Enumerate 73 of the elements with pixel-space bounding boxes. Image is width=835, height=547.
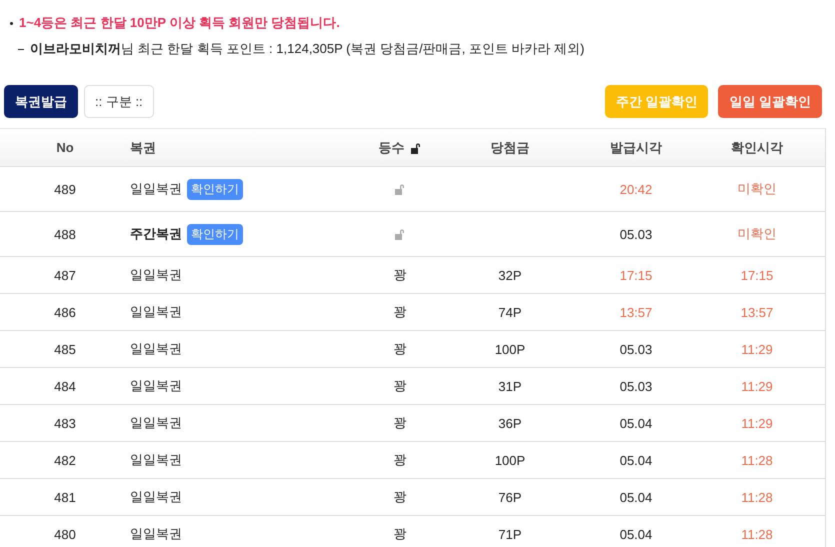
table-cell: 11:28	[741, 452, 773, 468]
column-header: 등수	[378, 138, 404, 156]
table-cell: 489	[54, 182, 76, 196]
table-cell: 32P	[498, 268, 522, 282]
table-cell: 487	[54, 268, 76, 282]
daily-confirm-all-button[interactable]: 일일 일괄확인	[718, 85, 822, 118]
table-cell: 주간복권	[130, 225, 182, 243]
weekly-confirm-all-button[interactable]: 주간 일괄확인	[604, 85, 708, 118]
column-header: 발급시각	[610, 138, 662, 156]
table-cell: 일일복권	[130, 266, 182, 284]
table-cell: 100P	[494, 452, 526, 468]
table-cell: 31P	[498, 378, 522, 394]
table-cell: 꽝	[394, 488, 406, 506]
check-button[interactable]: 확인하기	[187, 224, 243, 244]
category-filter[interactable]: :: 구분 ::	[84, 85, 154, 118]
dash-icon	[18, 48, 24, 50]
column-header: 당첨금	[490, 138, 530, 156]
issue-lottery-button[interactable]: 복권발급	[4, 85, 78, 118]
table-cell: 미확인	[738, 225, 776, 243]
table-cell: 꽝	[394, 525, 406, 543]
table-cell: 483	[54, 416, 76, 430]
table-cell: 11:29	[741, 378, 773, 394]
table-cell: 11:29	[741, 416, 773, 430]
table-cell: 17:15	[620, 268, 652, 282]
table-cell: 05.03	[620, 378, 652, 394]
table-cell: 일일복권	[130, 377, 182, 395]
table-cell: 일일복권	[130, 303, 182, 321]
table-cell: 488	[54, 226, 76, 242]
table-cell: 05.04	[620, 490, 652, 504]
unlock-icon	[410, 142, 422, 154]
column-header: No	[56, 140, 74, 155]
column-header: 확인시각	[731, 138, 783, 156]
table-cell: 100P	[494, 342, 526, 356]
table-cell: 17:15	[740, 268, 774, 282]
notice-text: 이브라모비치꺼님 최근 한달 획득 포인트 : 1,124,305P (복권 당첨금/판매금, 포인트 바카라 제외)	[30, 40, 584, 58]
bullet-icon	[10, 22, 13, 24]
table-cell: 꽝	[394, 266, 406, 284]
table-cell: 71P	[498, 526, 522, 542]
table-cell: 일일복권	[130, 414, 182, 432]
table-cell: 13:57	[620, 304, 652, 320]
table-cell: 485	[54, 342, 76, 356]
table-cell: 11:28	[741, 526, 773, 542]
table-cell: 꽝	[394, 451, 406, 469]
table-cell: 484	[54, 378, 76, 394]
table-cell: 05.04	[620, 452, 652, 468]
table-cell: 일일복권	[130, 340, 182, 358]
table-cell: 일일복권	[130, 451, 182, 469]
column-header: 복권	[130, 138, 156, 156]
table-cell: 05.04	[620, 526, 652, 542]
table-cell: 481	[54, 490, 76, 504]
table-cell: 13:57	[740, 304, 774, 320]
table-cell: 11:29	[741, 342, 773, 356]
notice-text: 1~4등은 최근 한달 10만P 이상 획득 회원만 당첨됩니다.	[19, 14, 340, 32]
table-cell: 일일복권	[130, 488, 182, 506]
table-cell: 꽝	[394, 414, 406, 432]
table-cell: 미확인	[738, 180, 776, 198]
table-cell: 05.03	[620, 226, 652, 242]
table-cell: 꽝	[394, 377, 406, 395]
table-cell: 486	[54, 304, 76, 320]
table-cell: 일일복권	[130, 180, 182, 198]
table-cell: 74P	[498, 304, 522, 320]
table-cell: 76P	[498, 490, 522, 504]
table-cell: 20:42	[620, 182, 652, 196]
table-cell: 11:28	[741, 490, 773, 504]
table-cell: 480	[54, 526, 76, 542]
check-button[interactable]: 확인하기	[187, 178, 243, 200]
table-cell: 일일복권	[130, 525, 182, 543]
table-cell: 05.04	[620, 416, 652, 430]
table-cell: 482	[54, 452, 76, 468]
table-cell: 꽝	[394, 340, 406, 358]
table-cell: 05.03	[620, 342, 652, 356]
table-cell: 꽝	[394, 303, 406, 321]
table-cell: 36P	[498, 416, 522, 430]
